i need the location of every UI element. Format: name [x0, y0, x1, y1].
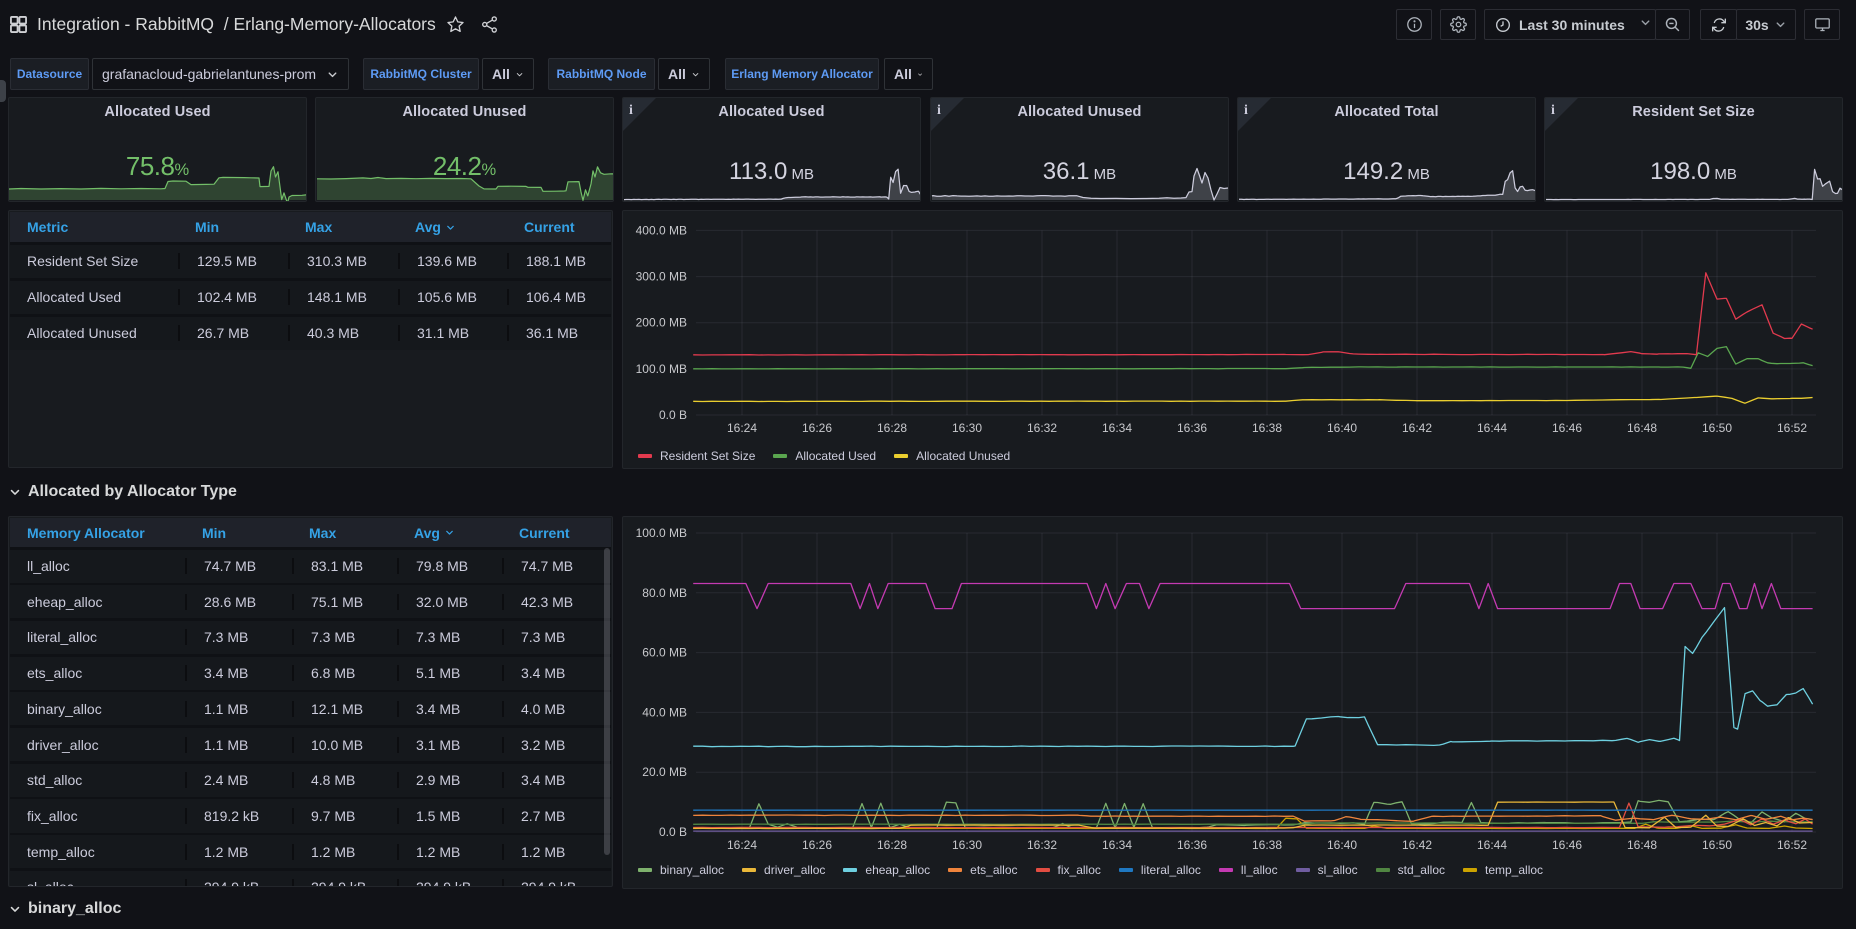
svg-text:40.0 MB: 40.0 MB — [642, 705, 687, 719]
svg-text:16:38: 16:38 — [1252, 838, 1282, 852]
svg-text:16:38: 16:38 — [1252, 421, 1282, 435]
svg-text:300.0 MB: 300.0 MB — [636, 270, 687, 284]
svg-text:16:40: 16:40 — [1327, 421, 1357, 435]
svg-text:16:32: 16:32 — [1027, 838, 1057, 852]
svg-text:0.0 B: 0.0 B — [659, 408, 687, 422]
svg-text:60.0 MB: 60.0 MB — [642, 646, 687, 660]
svg-text:16:42: 16:42 — [1402, 421, 1432, 435]
svg-text:16:36: 16:36 — [1177, 421, 1207, 435]
svg-text:16:28: 16:28 — [877, 421, 907, 435]
svg-text:0.0 B: 0.0 B — [659, 825, 687, 839]
svg-text:16:42: 16:42 — [1402, 838, 1432, 852]
svg-text:16:32: 16:32 — [1027, 421, 1057, 435]
svg-text:16:48: 16:48 — [1627, 421, 1657, 435]
svg-text:16:52: 16:52 — [1777, 838, 1807, 852]
svg-text:400.0 MB: 400.0 MB — [636, 223, 687, 237]
svg-text:16:50: 16:50 — [1702, 838, 1732, 852]
svg-text:16:24: 16:24 — [727, 838, 757, 852]
svg-text:16:36: 16:36 — [1177, 838, 1207, 852]
svg-text:16:26: 16:26 — [802, 421, 832, 435]
svg-text:16:26: 16:26 — [802, 838, 832, 852]
svg-text:16:34: 16:34 — [1102, 838, 1132, 852]
svg-text:16:44: 16:44 — [1477, 838, 1507, 852]
svg-text:16:40: 16:40 — [1327, 838, 1357, 852]
svg-text:16:50: 16:50 — [1702, 421, 1732, 435]
svg-text:20.0 MB: 20.0 MB — [642, 765, 687, 779]
svg-text:16:44: 16:44 — [1477, 421, 1507, 435]
svg-text:16:48: 16:48 — [1627, 838, 1657, 852]
svg-text:16:34: 16:34 — [1102, 421, 1132, 435]
svg-text:80.0 MB: 80.0 MB — [642, 586, 687, 600]
svg-text:16:30: 16:30 — [952, 421, 982, 435]
svg-text:100.0 MB: 100.0 MB — [636, 526, 687, 540]
svg-text:16:46: 16:46 — [1552, 421, 1582, 435]
svg-text:16:46: 16:46 — [1552, 838, 1582, 852]
svg-text:16:30: 16:30 — [952, 838, 982, 852]
svg-text:16:28: 16:28 — [877, 838, 907, 852]
svg-text:100.0 MB: 100.0 MB — [636, 362, 687, 376]
svg-text:16:24: 16:24 — [727, 421, 757, 435]
svg-text:200.0 MB: 200.0 MB — [636, 316, 687, 330]
svg-text:16:52: 16:52 — [1777, 421, 1807, 435]
